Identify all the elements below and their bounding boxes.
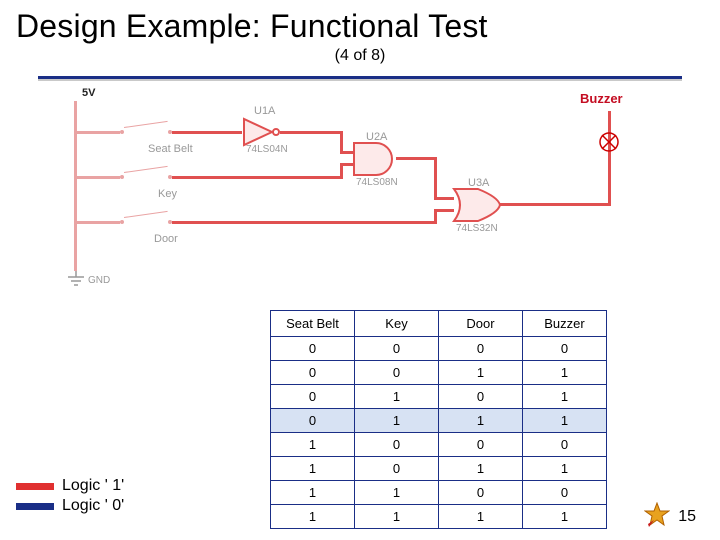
truth-table-cell: 1 (355, 409, 439, 433)
switch-door-label: Door (154, 233, 178, 245)
truth-table-cell: 1 (523, 409, 607, 433)
truth-table-cell: 0 (271, 337, 355, 361)
table-row: 1000 (271, 433, 607, 457)
switch-seat-belt-label: Seat Belt (148, 143, 193, 155)
truth-table-cell: 0 (355, 457, 439, 481)
page-number: 15 (678, 508, 696, 526)
truth-table-header: Key (355, 311, 439, 337)
title-underline (38, 71, 682, 81)
truth-table-header: Door (439, 311, 523, 337)
truth-table-cell: 0 (271, 361, 355, 385)
truth-table-cell: 0 (439, 337, 523, 361)
table-row: 0000 (271, 337, 607, 361)
truth-table-cell: 1 (355, 481, 439, 505)
circuit-diagram: 5V Seat Belt Key Door U1A 74LS04N U2A 74… (40, 91, 680, 291)
truth-table-header: Seat Belt (271, 311, 355, 337)
table-row: 1111 (271, 505, 607, 529)
truth-table-cell: 0 (439, 385, 523, 409)
truth-table-cell: 1 (523, 457, 607, 481)
truth-table-cell: 0 (271, 409, 355, 433)
truth-table-cell: 0 (439, 433, 523, 457)
u1a-part: 74LS04N (246, 144, 288, 155)
legend-logic0-label: Logic ' 0' (62, 496, 124, 516)
truth-table-cell: 1 (355, 505, 439, 529)
logic-legend: Logic ' 1' Logic ' 0' (16, 476, 124, 516)
truth-table-cell: 1 (439, 409, 523, 433)
page-subtitle: (4 of 8) (0, 47, 720, 65)
and-gate-icon (352, 141, 398, 177)
table-row: 1011 (271, 457, 607, 481)
legend-swatch-logic0 (16, 503, 54, 510)
table-row: 0101 (271, 385, 607, 409)
truth-table-cell: 1 (523, 361, 607, 385)
switch-seat-belt (120, 125, 172, 139)
truth-table-cell: 0 (355, 361, 439, 385)
u2a-ref: U2A (366, 131, 387, 143)
gnd-label: GND (88, 275, 110, 286)
or-gate-icon (452, 187, 502, 223)
truth-table-header: Buzzer (523, 311, 607, 337)
truth-table-cell: 0 (439, 481, 523, 505)
table-row: 0111 (271, 409, 607, 433)
switch-door (120, 215, 172, 229)
truth-table-cell: 1 (271, 457, 355, 481)
rail-5v-label: 5V (82, 87, 95, 99)
truth-table-cell: 0 (523, 337, 607, 361)
table-row: 1100 (271, 481, 607, 505)
truth-table-cell: 0 (355, 337, 439, 361)
legend-logic1-label: Logic ' 1' (62, 476, 124, 496)
switch-key-label: Key (158, 188, 177, 200)
not-gate-icon (242, 117, 284, 147)
u2a-part: 74LS08N (356, 177, 398, 188)
u3a-part: 74LS32N (456, 223, 498, 234)
truth-table-cell: 1 (355, 385, 439, 409)
truth-table-cell: 0 (355, 433, 439, 457)
truth-table-cell: 0 (523, 433, 607, 457)
truth-table-cell: 1 (439, 457, 523, 481)
truth-table-cell: 1 (271, 433, 355, 457)
truth-table-cell: 1 (523, 385, 607, 409)
switch-key (120, 170, 172, 184)
buzzer-lamp-icon (598, 131, 620, 153)
legend-swatch-logic1 (16, 483, 54, 490)
page-star-icon (644, 502, 670, 528)
u3a-ref: U3A (468, 177, 489, 189)
u1a-ref: U1A (254, 105, 275, 117)
ground-icon (66, 271, 86, 289)
page-title: Design Example: Functional Test (0, 0, 720, 45)
truth-table-cell: 1 (439, 505, 523, 529)
table-row: 0011 (271, 361, 607, 385)
truth-table-cell: 0 (271, 385, 355, 409)
truth-table-cell: 1 (439, 361, 523, 385)
truth-table-cell: 1 (271, 505, 355, 529)
truth-table: Seat BeltKeyDoorBuzzer 00000011010101111… (270, 310, 607, 529)
truth-table-cell: 1 (523, 505, 607, 529)
buzzer-label: Buzzer (580, 91, 623, 106)
truth-table-cell: 1 (271, 481, 355, 505)
truth-table-cell: 0 (523, 481, 607, 505)
